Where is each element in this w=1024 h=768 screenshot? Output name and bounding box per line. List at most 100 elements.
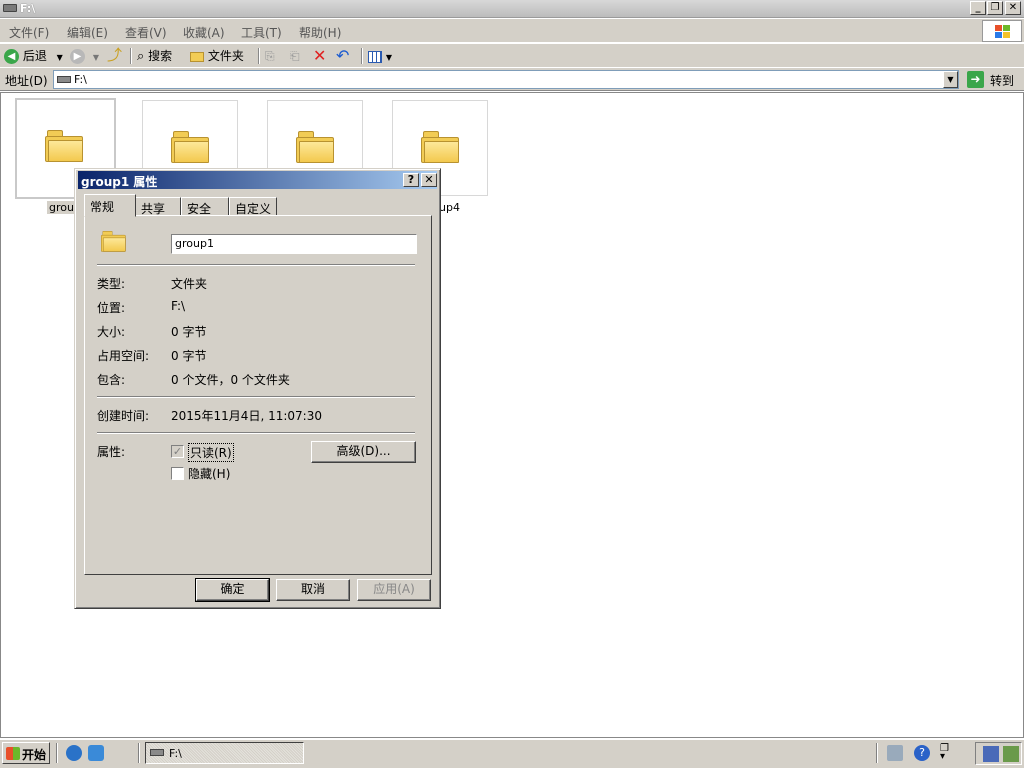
folder-icon <box>421 131 459 163</box>
hidden-checkbox[interactable] <box>171 467 184 480</box>
monitor-icon[interactable] <box>983 746 999 762</box>
created-value: 2015年11月4日, 11:07:30 <box>171 409 322 423</box>
windows-flag-icon <box>6 747 20 760</box>
search-icon: ⌕ <box>137 49 145 64</box>
menu-favorites[interactable]: 收藏(A) <box>183 24 225 41</box>
help-button[interactable]: ? <box>403 173 419 187</box>
move-to-icon: ⎘ <box>265 49 275 63</box>
name-input[interactable]: group1 <box>171 234 417 254</box>
forward-arrow-icon: ▶ <box>70 49 85 64</box>
hidden-label[interactable]: 隐藏(H) <box>188 465 230 482</box>
delete-button[interactable]: ✕ <box>313 47 326 65</box>
tab-sharing[interactable]: 共享 <box>135 197 181 216</box>
dialog-close-button[interactable]: ✕ <box>421 173 437 187</box>
taskbar-separator <box>56 743 58 763</box>
dialog-title-bar: group1 属性 ? ✕ <box>78 171 437 189</box>
folder-icon <box>45 130 83 162</box>
back-label: 后退 <box>22 49 47 63</box>
search-button[interactable]: ⌕ 搜索 <box>137 47 172 65</box>
drive-icon <box>57 76 71 83</box>
readonly-label[interactable]: 只读(R) <box>188 443 234 462</box>
help-tray-icon[interactable]: ? <box>914 745 930 761</box>
go-arrow-icon[interactable]: ➜ <box>967 71 984 88</box>
cancel-button[interactable]: 取消 <box>276 579 350 601</box>
readonly-checkbox[interactable]: ✓ <box>171 445 184 458</box>
toolbar-separator <box>361 48 363 64</box>
folders-button[interactable]: 文件夹 <box>190 47 244 65</box>
drive-icon <box>150 749 164 756</box>
menu-file[interactable]: 文件(F) <box>9 24 49 41</box>
size-on-disk-value: 0 字节 <box>171 349 207 363</box>
divider <box>97 264 415 266</box>
dialog-title: group1 属性 <box>81 175 158 189</box>
divider <box>97 432 415 434</box>
folder-label-group4: up4 <box>439 201 460 214</box>
folder-icon <box>296 131 334 163</box>
window-title: F:\ <box>20 2 36 15</box>
delete-icon: ✕ <box>313 46 327 65</box>
display-icon[interactable]: ❐ ▾ <box>940 744 956 762</box>
up-folder-button[interactable]: ⤴ <box>107 47 122 65</box>
go-button[interactable]: 转到 <box>990 72 1014 89</box>
type-value: 文件夹 <box>171 277 208 291</box>
tab-custom[interactable]: 自定义 <box>229 197 277 216</box>
copy-to-button[interactable]: ⎗ <box>290 47 300 65</box>
taskbar: 开始 F:\ ? ❐ ▾ <box>0 739 1024 768</box>
name-value: group1 <box>175 237 214 250</box>
address-bar: 地址(D) F:\ ▼ ➜ 转到 <box>0 68 1024 91</box>
windows-logo <box>982 20 1022 42</box>
tab-general[interactable]: 常规 <box>84 194 136 217</box>
safely-remove-icon[interactable] <box>1003 746 1019 762</box>
menu-view[interactable]: 查看(V) <box>125 24 167 41</box>
views-dropdown-icon: ▼ <box>385 53 392 62</box>
location-label: 位置: <box>97 301 126 315</box>
advanced-button[interactable]: 高级(D)... <box>311 441 416 463</box>
address-input[interactable]: F:\ <box>53 70 959 89</box>
contains-value: 0 个文件，0 个文件夹 <box>171 373 290 387</box>
menu-tools[interactable]: 工具(T) <box>241 24 282 41</box>
apply-button[interactable]: 应用(A) <box>357 579 431 601</box>
start-button[interactable]: 开始 <box>2 742 50 764</box>
tab-security[interactable]: 安全 <box>181 197 229 216</box>
divider <box>97 396 415 398</box>
undo-button[interactable]: ↶ <box>336 47 349 65</box>
menu-edit[interactable]: 编辑(E) <box>67 24 108 41</box>
ok-button[interactable]: 确定 <box>195 578 270 602</box>
restore-button[interactable]: ❐ <box>987 1 1003 15</box>
address-value: F:\ <box>74 73 87 86</box>
folder-icon <box>171 131 209 163</box>
folders-label: 文件夹 <box>207 49 244 63</box>
size-value: 0 字节 <box>171 325 207 339</box>
search-label: 搜索 <box>148 49 173 63</box>
system-tray <box>975 742 1022 765</box>
minimize-button[interactable]: _ <box>970 1 986 15</box>
check-icon: ✓ <box>172 445 183 458</box>
up-folder-icon: ⤴ <box>107 46 123 64</box>
menu-help[interactable]: 帮助(H) <box>299 24 341 41</box>
address-dropdown-button[interactable]: ▼ <box>943 71 958 88</box>
taskbar-item-label: F:\ <box>169 747 182 760</box>
back-button[interactable]: ◀ 后退 ▼ <box>4 47 63 65</box>
drive-icon <box>3 4 17 12</box>
tab-panel-general <box>84 215 432 575</box>
size-label: 大小: <box>97 325 126 339</box>
back-dropdown-icon[interactable]: ▼ <box>57 53 63 62</box>
network-icon[interactable] <box>887 745 903 761</box>
size-on-disk-label: 占用空间: <box>97 349 150 363</box>
taskbar-item-explorer[interactable]: F:\ <box>145 742 304 764</box>
type-label: 类型: <box>97 277 126 291</box>
views-button[interactable]: ▼ <box>368 47 392 65</box>
internet-explorer-icon[interactable] <box>66 745 82 761</box>
menu-bar: 文件(F) 编辑(E) 查看(V) 收藏(A) 工具(T) 帮助(H) <box>0 19 1024 43</box>
back-arrow-icon: ◀ <box>4 49 19 64</box>
window-title-bar: F:\ _ ❐ ✕ <box>0 0 1024 18</box>
forward-dropdown-icon[interactable]: ▼ <box>93 53 99 62</box>
taskbar-separator <box>138 743 140 763</box>
folder-icon <box>190 51 204 62</box>
toolbar-separator <box>258 48 260 64</box>
move-to-button[interactable]: ⎘ <box>265 47 275 65</box>
close-button[interactable]: ✕ <box>1005 1 1021 15</box>
forward-button[interactable]: ▶ ▼ <box>70 47 99 65</box>
chevron-down-icon: ▼ <box>947 75 954 84</box>
explorer-icon[interactable] <box>88 745 104 761</box>
